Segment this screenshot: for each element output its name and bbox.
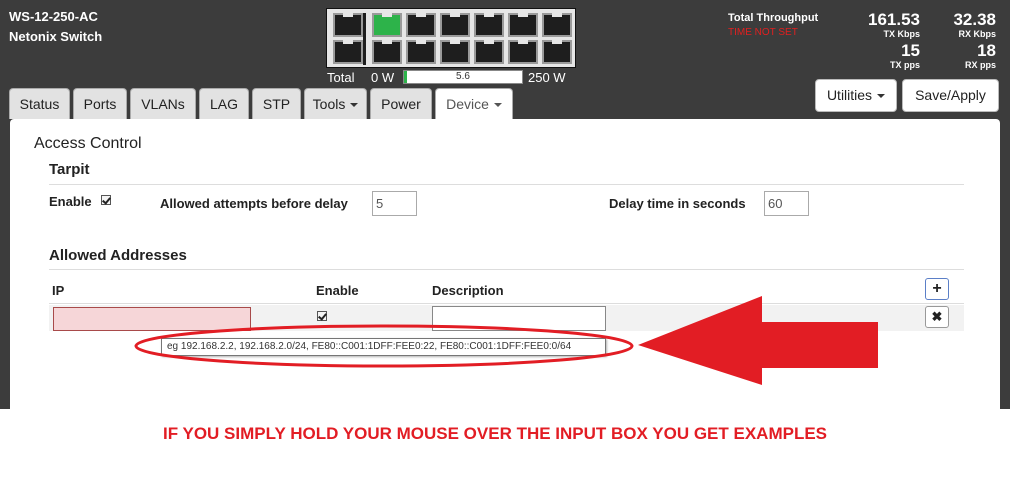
power-current: 5.6: [456, 71, 470, 82]
ip-input-tooltip: eg 192.168.2.2, 192.168.2.0/24, FE80::C0…: [161, 338, 606, 356]
address-enable-checkbox[interactable]: [317, 311, 327, 321]
save-apply-button[interactable]: Save/Apply: [902, 79, 999, 112]
ip-address-input[interactable]: [53, 307, 251, 331]
tab-tools-label: Tools: [312, 96, 346, 112]
port-7[interactable]: [440, 13, 470, 37]
port-5[interactable]: [406, 13, 436, 37]
tab-status[interactable]: Status: [9, 88, 70, 119]
tab-tools[interactable]: Tools: [304, 88, 367, 119]
column-enable: Enable: [316, 283, 359, 298]
power-max: 250 W: [528, 70, 566, 85]
power-total-label: Total: [327, 70, 355, 85]
tx-kbps-value: 161.53: [868, 10, 920, 29]
tarpit-enable-checkbox[interactable]: [101, 195, 111, 205]
utilities-label: Utilities: [826, 87, 873, 103]
section-title-access-control: Access Control: [34, 135, 142, 152]
description-input[interactable]: [432, 306, 606, 331]
port-1[interactable]: [333, 13, 363, 37]
port-12[interactable]: [508, 40, 538, 64]
chevron-down-icon: [877, 94, 886, 99]
screenshot: WS-12-250-AC Netonix Switch Total 0 W 5.…: [0, 0, 1010, 480]
divider: [49, 184, 964, 185]
add-address-button[interactable]: +: [925, 278, 949, 300]
tab-stp[interactable]: STP: [252, 88, 301, 119]
rx-kbps-value: 32.38: [953, 10, 996, 29]
tab-power[interactable]: Power: [370, 88, 432, 119]
device-name: Netonix Switch: [9, 29, 103, 44]
tx-kbps-label: TX Kbps: [883, 29, 920, 39]
rx-kbps-label: RX Kbps: [958, 29, 996, 39]
port-panel: [326, 8, 576, 68]
throughput-label: Total Throughput: [728, 12, 819, 24]
attempts-label: Allowed attempts before delay: [160, 196, 348, 211]
tab-vlans[interactable]: VLANs: [130, 88, 196, 119]
annotation-caption: IF YOU SIMPLY HOLD YOUR MOUSE OVER THE I…: [162, 424, 828, 443]
power-min: 0 W: [371, 70, 395, 85]
time-status: TIME NOT SET: [728, 27, 798, 38]
port-separator: [363, 13, 366, 65]
power-meter: 5.6: [403, 70, 523, 84]
section-title-allowed-addresses: Allowed Addresses: [49, 247, 187, 264]
port-2[interactable]: [333, 40, 363, 64]
tab-device-label: Device: [446, 96, 489, 112]
port-10[interactable]: [474, 40, 504, 64]
section-title-tarpit: Tarpit: [49, 161, 90, 178]
attempts-input[interactable]: [372, 191, 417, 216]
port-11[interactable]: [508, 13, 538, 37]
port-4[interactable]: [372, 40, 402, 64]
rx-kbps-stat: 32.38 RX Kbps: [953, 11, 996, 40]
chevron-down-icon: [350, 103, 359, 108]
port-9[interactable]: [474, 13, 504, 37]
tab-device[interactable]: Device: [435, 88, 513, 120]
port-8[interactable]: [440, 40, 470, 64]
divider: [49, 269, 964, 270]
port-6[interactable]: [406, 40, 436, 64]
column-ip: IP: [52, 283, 65, 298]
rx-pps-stat: 18 RX pps: [965, 42, 996, 71]
device-panel: Access Control Tarpit Enable Allowed att…: [10, 119, 1000, 409]
remove-address-button[interactable]: ✖: [925, 306, 949, 328]
rx-pps-label: RX pps: [964, 60, 996, 70]
tab-lag[interactable]: LAG: [199, 88, 249, 119]
tx-pps-label: TX pps: [889, 60, 920, 70]
port-3[interactable]: [372, 13, 402, 37]
device-model: WS-12-250-AC: [9, 9, 98, 24]
column-description: Description: [432, 283, 504, 298]
delay-input[interactable]: [764, 191, 809, 216]
tab-ports[interactable]: Ports: [73, 88, 127, 119]
tarpit-enable-label: Enable: [49, 194, 92, 209]
tx-pps-value: 15: [901, 41, 920, 60]
divider: [49, 303, 964, 304]
chevron-down-icon: [493, 103, 502, 108]
rx-pps-value: 18: [977, 41, 996, 60]
delay-label: Delay time in seconds: [609, 196, 746, 211]
tx-kbps-stat: 161.53 TX Kbps: [868, 11, 920, 40]
port-13[interactable]: [542, 13, 572, 37]
utilities-button[interactable]: Utilities: [815, 79, 897, 112]
tx-pps-stat: 15 TX pps: [890, 42, 920, 71]
port-14[interactable]: [542, 40, 572, 64]
